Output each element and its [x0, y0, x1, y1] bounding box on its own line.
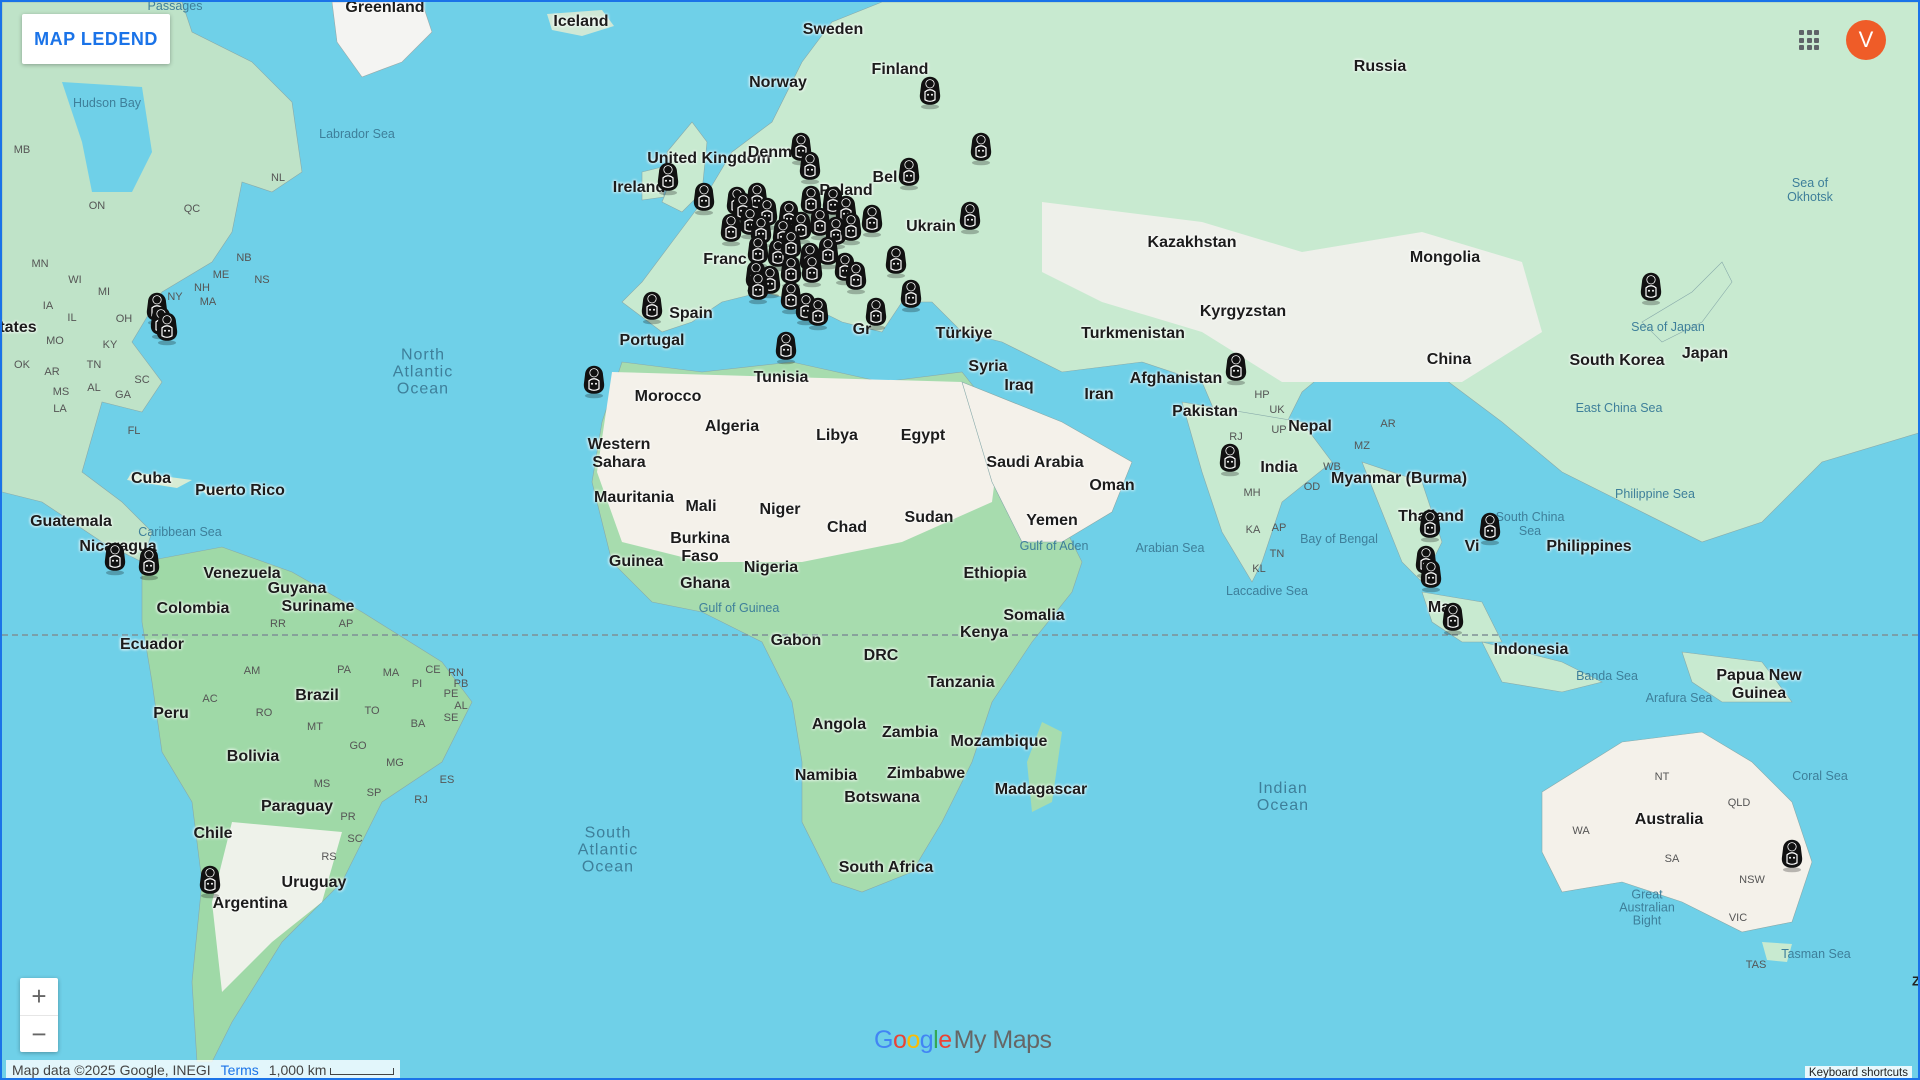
map-marker-icon[interactable]: [862, 295, 890, 331]
apps-grid-icon[interactable]: [1799, 30, 1819, 50]
map-marker-icon[interactable]: [1416, 507, 1444, 543]
map-marker-icon[interactable]: [135, 545, 163, 581]
map-marker-icon[interactable]: [796, 149, 824, 185]
google-my-maps-logo: GoogleMy Maps: [874, 1026, 1052, 1054]
map-marker-icon[interactable]: [654, 160, 682, 196]
terms-link[interactable]: Terms: [221, 1062, 259, 1078]
map-marker-icon[interactable]: [882, 243, 910, 279]
scale-bar: [330, 1068, 395, 1075]
map-marker-icon[interactable]: [1417, 557, 1445, 593]
world-basemap: [2, 2, 1918, 1078]
map-marker-icon[interactable]: [196, 863, 224, 899]
map-marker-icon[interactable]: [1476, 510, 1504, 546]
map-marker-icon[interactable]: [580, 363, 608, 399]
keyboard-shortcuts-link[interactable]: Keyboard shortcuts: [1804, 1066, 1912, 1078]
map-marker-icon[interactable]: [772, 329, 800, 365]
map-marker-icon[interactable]: [638, 289, 666, 325]
scale-label: 1,000 km: [269, 1062, 395, 1078]
zoom-in-button[interactable]: +: [20, 978, 58, 1016]
map-marker-icon[interactable]: [153, 310, 181, 346]
map-canvas[interactable]: Greenland Iceland Sweden Finland Norway …: [0, 0, 1920, 1080]
map-marker-icon[interactable]: [956, 199, 984, 235]
map-marker-icon[interactable]: [744, 269, 772, 305]
brand-product: My Maps: [953, 1026, 1052, 1054]
map-marker-icon[interactable]: [1216, 441, 1244, 477]
map-marker-icon[interactable]: [1637, 270, 1665, 306]
zoom-control: + −: [20, 978, 58, 1052]
map-marker-icon[interactable]: [1222, 350, 1250, 386]
map-marker-icon[interactable]: [897, 277, 925, 313]
attribution-bar: Map data ©2025 Google, INEGI Terms 1,000…: [6, 1060, 401, 1078]
map-marker-icon[interactable]: [895, 155, 923, 191]
map-marker-icon[interactable]: [916, 74, 944, 110]
map-data-credit: Map data ©2025 Google, INEGI: [12, 1062, 211, 1078]
user-avatar[interactable]: V: [1846, 20, 1886, 60]
zoom-out-button[interactable]: −: [20, 1016, 58, 1053]
map-marker-icon[interactable]: [804, 295, 832, 331]
map-marker-icon[interactable]: [101, 540, 129, 576]
map-marker-icon[interactable]: [690, 180, 718, 216]
map-marker-icon[interactable]: [842, 259, 870, 295]
map-marker-icon[interactable]: [1439, 600, 1467, 636]
map-marker-icon[interactable]: [1778, 837, 1806, 873]
map-legend-button[interactable]: MAP LEDEND: [22, 14, 170, 64]
map-marker-icon[interactable]: [967, 130, 995, 166]
